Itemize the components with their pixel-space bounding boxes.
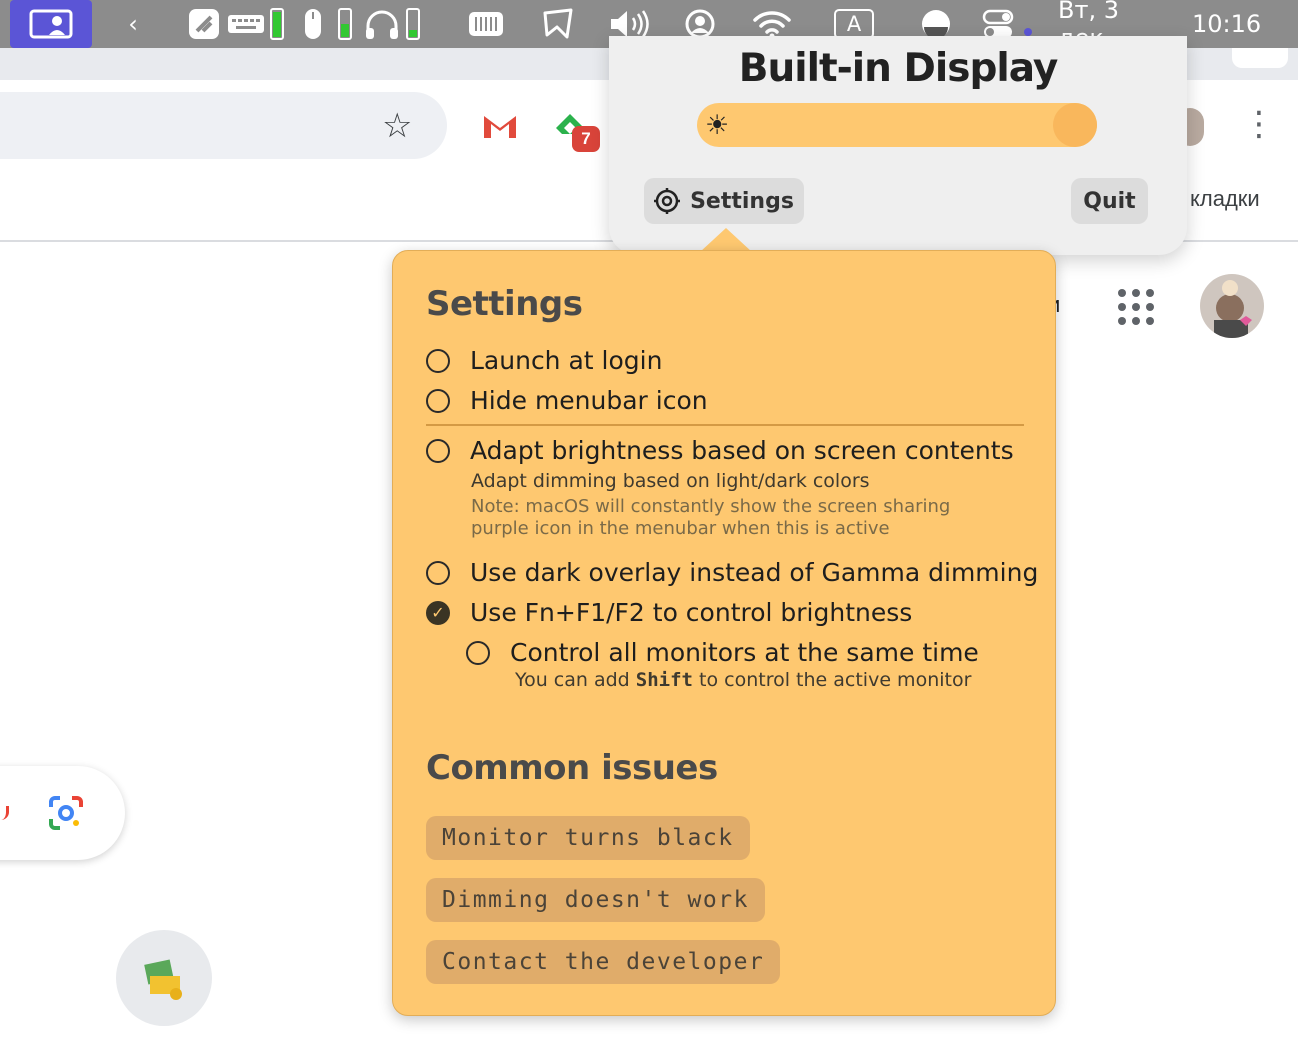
option-note-line1: Note: macOS will constantly show the scr…: [471, 496, 951, 517]
display-title: Built-in Display: [738, 46, 1059, 91]
option-label: Hide menubar icon: [470, 386, 708, 415]
headphones-battery-icon: [402, 0, 424, 48]
bookmark-star-icon[interactable]: ☆: [382, 106, 412, 146]
checkbox-icon[interactable]: [466, 640, 490, 665]
voice-search-icon-fragment[interactable]: [0, 806, 9, 820]
common-issues-heading: Common issues: [426, 748, 718, 788]
subtitle-prefix: You can add: [515, 669, 630, 691]
settings-button[interactable]: Settings: [644, 178, 804, 224]
option-all-monitors[interactable]: Control all monitors at the same time: [466, 638, 979, 667]
gmail-extension-icon[interactable]: [482, 112, 518, 145]
back-chevron-icon[interactable]: ‹: [118, 0, 148, 48]
menubar-clock[interactable]: 10:16: [1192, 0, 1268, 48]
new-tab-button[interactable]: [1232, 48, 1288, 68]
keyboard-icon[interactable]: [226, 0, 266, 48]
option-label: Control all monitors at the same time: [510, 638, 979, 667]
keyboard-battery-icon: [266, 0, 288, 48]
google-apps-icon[interactable]: [1118, 289, 1154, 325]
issue-monitor-turns-black-button[interactable]: Monitor turns black: [426, 816, 750, 860]
mouse-battery-icon: [334, 0, 356, 48]
checkbox-icon[interactable]: [426, 560, 450, 585]
option-label: Use dark overlay instead of Gamma dimmin…: [470, 558, 1039, 587]
rocket-app-icon[interactable]: [186, 0, 222, 48]
money-icon: [144, 959, 182, 1000]
brightness-slider[interactable]: ☀: [697, 103, 1097, 147]
extension-badge: 7: [572, 126, 600, 152]
account-avatar[interactable]: [1200, 274, 1264, 338]
google-lens-icon[interactable]: [48, 795, 84, 836]
checkbox-icon[interactable]: [426, 348, 450, 373]
option-subtitle: You can add Shift to control the active …: [515, 669, 971, 691]
mouse-icon[interactable]: [300, 0, 326, 48]
popover-arrow: [700, 228, 752, 252]
screen-sharing-icon[interactable]: [10, 0, 92, 48]
option-hide-menubar-icon[interactable]: Hide menubar icon: [426, 386, 708, 415]
headphones-icon[interactable]: [362, 0, 402, 48]
option-launch-at-login[interactable]: Launch at login: [426, 346, 662, 375]
brightness-slider-knob[interactable]: [1053, 103, 1097, 147]
pointer-app-icon[interactable]: [538, 0, 578, 48]
checkbox-icon[interactable]: [426, 388, 450, 413]
option-label: Launch at login: [470, 346, 663, 375]
browser-menu-icon[interactable]: ⋮: [1242, 104, 1276, 144]
shift-key-label: Shift: [635, 669, 693, 691]
search-box-fragment[interactable]: [0, 766, 125, 860]
display-menu-popup: Built-in Display ☀ Settings Quit: [609, 36, 1187, 255]
input-source-label: A: [834, 9, 874, 39]
option-note-line2: purple icon in the menubar when this is …: [471, 518, 890, 539]
barcode-app-icon[interactable]: [466, 0, 506, 48]
sun-icon: ☀: [705, 110, 730, 140]
checkbox-icon[interactable]: [426, 438, 450, 463]
settings-button-label: Settings: [690, 188, 794, 214]
divider: [426, 424, 1024, 426]
shortcut-tile[interactable]: [116, 930, 212, 1026]
time-text: 10:16: [1192, 10, 1262, 38]
bookmarks-folder-label[interactable]: кладки: [1190, 186, 1260, 212]
issue-dimming-doesnt-work-button[interactable]: Dimming doesn't work: [426, 878, 765, 922]
back-chevron-glyph: ‹: [128, 10, 138, 38]
option-label: Adapt brightness based on screen content…: [470, 436, 1014, 465]
address-bar[interactable]: [0, 92, 447, 159]
quit-button[interactable]: Quit: [1071, 178, 1148, 224]
settings-heading: Settings: [426, 284, 583, 324]
option-label: Use Fn+F1/F2 to control brightness: [470, 598, 913, 627]
option-adapt-brightness[interactable]: Adapt brightness based on screen content…: [426, 436, 1014, 465]
settings-panel: Settings Launch at login Hide menubar ic…: [392, 250, 1056, 1016]
gear-icon: [654, 188, 681, 214]
option-dark-overlay[interactable]: Use dark overlay instead of Gamma dimmin…: [426, 558, 1038, 587]
option-subtitle: Adapt dimming based on light/dark colors: [471, 470, 870, 492]
contact-developer-button[interactable]: Contact the developer: [426, 940, 781, 984]
option-fn-keys[interactable]: ✓ Use Fn+F1/F2 to control brightness: [426, 598, 912, 627]
subtitle-suffix: to control the active monitor: [699, 669, 972, 691]
checkmark-icon[interactable]: ✓: [426, 600, 450, 625]
